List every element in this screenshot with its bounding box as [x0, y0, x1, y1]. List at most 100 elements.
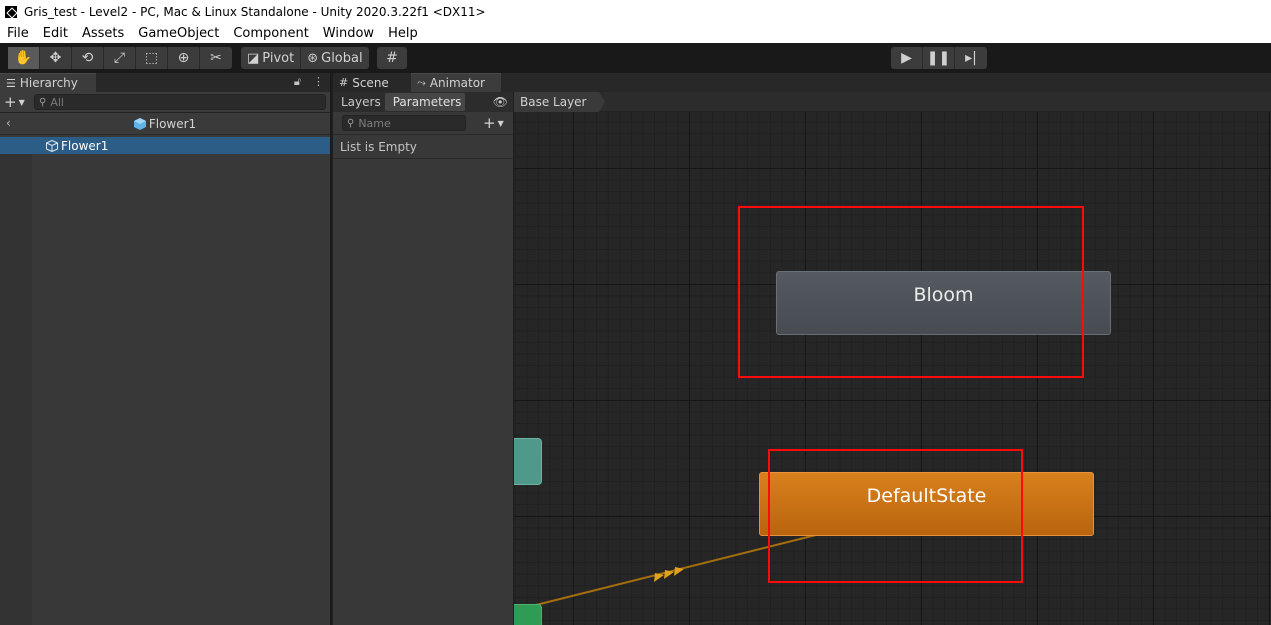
animator-tabbar: # Scene ⤳ Animator	[333, 73, 1271, 92]
move-tool-button[interactable]: ✥	[40, 47, 72, 69]
tab-parameters[interactable]: Parameters	[384, 93, 466, 111]
menu-file[interactable]: File	[0, 26, 36, 41]
rect-tool-icon: ⬚	[144, 50, 159, 66]
hierarchy-search-placeholder: All	[50, 95, 64, 109]
arrowhead-icon	[674, 567, 684, 576]
animator-icon: ⤳	[417, 76, 426, 89]
window-title: Gris_test - Level2 - PC, Mac & Linux Sta…	[24, 4, 486, 19]
global-toggle[interactable]: ⊛ Global	[301, 47, 368, 69]
parameters-search-row: ⚲ Name + ▼	[333, 112, 513, 135]
prefab-cube-icon	[133, 117, 146, 130]
menu-gameobject[interactable]: GameObject	[131, 26, 226, 41]
pivot-icon: ◪	[247, 50, 260, 66]
rect-tool-button[interactable]: ⬚	[136, 47, 168, 69]
grid-snap-icon: #	[386, 50, 398, 66]
parameters-search-placeholder: Name	[358, 116, 391, 130]
graph-header: Base Layer	[514, 91, 1271, 112]
back-arrow-icon[interactable]: ‹	[6, 116, 11, 130]
hierarchy-item-label: Flower1	[61, 138, 109, 153]
highlight-box	[768, 449, 1023, 583]
hierarchy-tabbar: ☰ Hierarchy 🔓︎ ⋮	[0, 73, 330, 92]
step-icon: ▸|	[965, 50, 977, 66]
plus-icon: +	[4, 93, 17, 111]
hierarchy-search-input[interactable]: ⚲ All	[34, 94, 326, 110]
window-titlebar: Gris_test - Level2 - PC, Mac & Linux Sta…	[0, 0, 1271, 23]
create-dropdown[interactable]: + ▼	[4, 93, 34, 111]
menu-component[interactable]: Component	[226, 26, 315, 41]
pause-button[interactable]: ❚❚	[923, 47, 955, 69]
animator-graph[interactable]: Bloom DefaultState	[514, 112, 1271, 625]
snap-group: #	[377, 47, 407, 69]
hand-icon: ✋	[14, 50, 33, 66]
menu-edit[interactable]: Edit	[36, 26, 75, 41]
prefab-name: Flower1	[148, 116, 197, 131]
search-icon: ⚲	[39, 96, 47, 108]
chevron-down-icon: ▼	[18, 97, 25, 107]
entry-node[interactable]	[514, 438, 542, 485]
chevron-down-icon: ▼	[497, 118, 504, 128]
hierarchy-gutter	[0, 152, 32, 625]
scale-icon: ⤢	[113, 50, 126, 66]
tab-animator[interactable]: ⤳ Animator	[411, 73, 501, 92]
grid-snap-button[interactable]: #	[377, 47, 407, 69]
any-state-node[interactable]	[514, 604, 542, 625]
parameters-tab-label: Parameters	[392, 95, 462, 109]
more-options-icon[interactable]: ⋮	[313, 75, 324, 89]
hierarchy-panel: ☰ Hierarchy 🔓︎ ⋮ + ▼ ⚲ All ‹ Flower1 Flow…	[0, 73, 331, 625]
transform-icon: ⊕	[177, 50, 190, 66]
search-icon: ⚲	[347, 117, 355, 129]
grid-icon: #	[339, 76, 349, 89]
pivot-toggle[interactable]: ◪ Pivot	[241, 47, 302, 69]
scene-tab-label: Scene	[352, 75, 389, 90]
breadcrumb-base-layer: Base Layer	[520, 94, 587, 109]
hierarchy-tab-tools: 🔓︎ ⋮	[294, 75, 324, 89]
transform-tools: ✋ ✥ ⟲ ⤢ ⬚ ⊕ ✂	[8, 47, 232, 69]
hierarchy-search-row: + ▼ ⚲ All	[0, 92, 330, 113]
rotate-tool-button[interactable]: ⟲	[72, 47, 104, 69]
menu-window[interactable]: Window	[316, 26, 381, 41]
custom-tool-icon: ✂	[210, 50, 222, 66]
layers-tab-label: Layers	[341, 95, 381, 109]
play-icon: ▶	[901, 50, 912, 66]
list-icon: ☰	[6, 76, 16, 90]
playmode-controls: ▶ ❚❚ ▸|	[891, 47, 987, 69]
layers-parameters-tabs: Layers Parameters 👁︎	[333, 92, 513, 112]
move-icon: ✥	[49, 50, 62, 66]
hierarchy-item[interactable]: Flower1	[0, 137, 330, 154]
empty-list-text: List is Empty	[340, 139, 417, 154]
prefab-breadcrumb-bar: ‹ Flower1	[0, 113, 330, 135]
rotate-icon: ⟲	[81, 50, 94, 66]
arrowhead-icon	[654, 573, 664, 582]
menu-help[interactable]: Help	[381, 26, 425, 41]
parameters-panel: Layers Parameters 👁︎ ⚲ Name + ▼ List is E…	[333, 92, 514, 625]
scale-tool-button[interactable]: ⤢	[104, 47, 136, 69]
menu-bar: File Edit Assets GameObject Component Wi…	[0, 23, 1271, 43]
pivot-label: Pivot	[262, 50, 295, 66]
highlight-box	[738, 206, 1084, 378]
main-toolbar: ✋ ✥ ⟲ ⤢ ⬚ ⊕ ✂ ◪ Pivot ⊛ Global # ▶ ❚❚ ▸|	[0, 43, 1271, 73]
arrowhead-icon	[664, 570, 674, 579]
step-button[interactable]: ▸|	[955, 47, 987, 69]
breadcrumb[interactable]: Base Layer	[514, 91, 604, 112]
pause-icon: ❚❚	[926, 50, 951, 66]
eye-icon[interactable]: 👁︎	[493, 95, 508, 109]
tab-hierarchy[interactable]: ☰ Hierarchy	[0, 73, 96, 92]
parameters-empty-message: List is Empty	[333, 135, 513, 159]
lock-icon[interactable]: 🔓︎	[294, 75, 301, 89]
animator-tab-label: Animator	[429, 76, 485, 90]
hand-tool-button[interactable]: ✋	[8, 47, 40, 69]
globe-icon: ⊛	[307, 50, 319, 66]
tab-scene[interactable]: # Scene	[333, 73, 411, 92]
menu-assets[interactable]: Assets	[75, 26, 131, 41]
gameobject-cube-icon	[46, 139, 58, 152]
add-parameter-dropdown[interactable]: + ▼	[483, 114, 509, 132]
hierarchy-tab-label: Hierarchy	[19, 76, 78, 90]
transform-tool-button[interactable]: ⊕	[168, 47, 200, 69]
tab-layers[interactable]: Layers	[333, 93, 385, 111]
pivot-global-group: ◪ Pivot ⊛ Global	[241, 47, 369, 69]
play-button[interactable]: ▶	[891, 47, 923, 69]
parameters-search-input[interactable]: ⚲ Name	[342, 115, 466, 131]
custom-tool-button[interactable]: ✂	[200, 47, 232, 69]
plus-icon: +	[483, 114, 496, 132]
unity-logo-icon	[5, 5, 17, 18]
